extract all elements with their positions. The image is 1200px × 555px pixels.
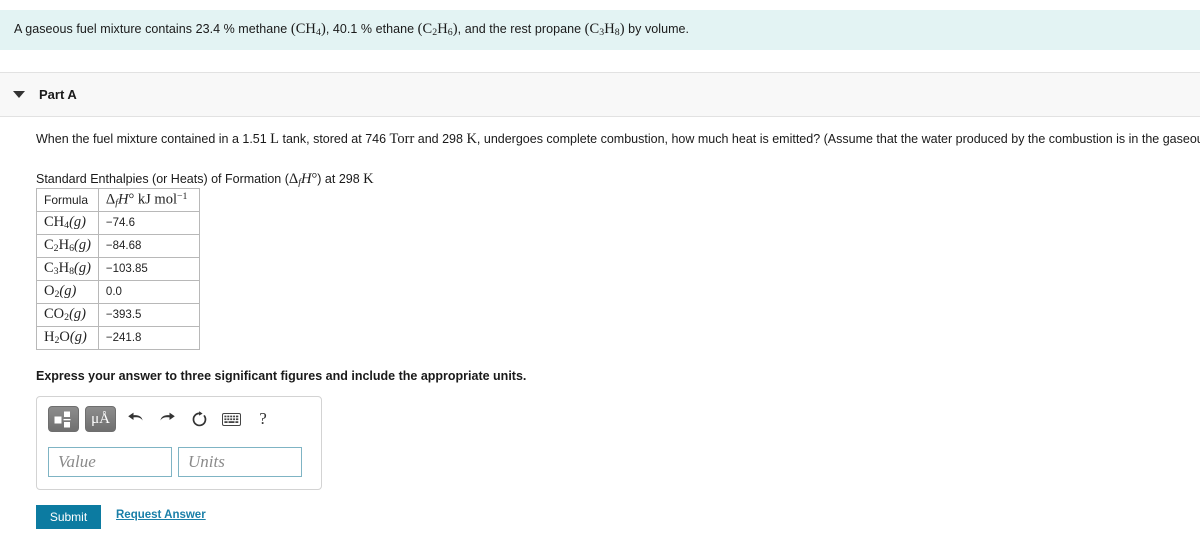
row-formula-o2: O2(g) (36, 280, 99, 304)
table-row: C3H8(g) −103.85 (36, 257, 200, 281)
row-value-ch4: −74.6 (97, 211, 200, 235)
caption-enthalpy-symbol: ΔfH° (288, 171, 318, 189)
answer-instruction: Express your answer to three significant… (36, 369, 527, 383)
row-value-c3h8: −103.85 (97, 257, 200, 281)
reset-icon[interactable] (186, 406, 212, 432)
ethane-word: % ethane (357, 22, 418, 37)
question-seg2: tank, stored at 746 (279, 132, 390, 146)
answer-toolbar: μÅ ? (48, 406, 276, 432)
keyboard-icon[interactable] (218, 406, 244, 432)
question-text: When the fuel mixture contained in a 1.5… (36, 131, 1200, 148)
units-input[interactable] (178, 447, 302, 477)
table-row: CH4(g) −74.6 (36, 211, 200, 235)
reset-icon-glyph (192, 410, 206, 426)
unit-kelvin: K (466, 131, 477, 147)
row-value-co2: −393.5 (97, 303, 200, 327)
table-row: O2(g) 0.0 (36, 280, 200, 304)
undo-icon-glyph (127, 412, 143, 421)
table-row: C2H6(g) −84.68 (36, 234, 200, 258)
caption-prefix: Standard Enthalpies (or Heats) of Format… (36, 172, 289, 186)
submit-button[interactable]: Submit (36, 505, 101, 529)
table-caption: Standard Enthalpies (or Heats) of Format… (36, 171, 374, 188)
problem-prefix: A gaseous fuel mixture contains (14, 22, 196, 37)
value-input[interactable] (48, 447, 172, 477)
help-icon-glyph: ? (259, 409, 267, 428)
units-icon-glyph: μÅ (91, 410, 110, 427)
request-answer-link[interactable]: Request Answer (116, 509, 206, 521)
table-header-row: Formula ΔfH° kJ mol−1 (36, 188, 200, 212)
ethane-percent: 40.1 (332, 22, 358, 37)
enthalpy-table: Formula ΔfH° kJ mol−1 CH4(g) −74.6 C2H6(… (36, 188, 200, 350)
redo-icon-glyph (159, 412, 175, 421)
methane-percent: 23.4 (195, 22, 221, 37)
part-a-label: Part A (39, 87, 77, 102)
caption-unit-kelvin: K (363, 171, 374, 187)
units-icon[interactable]: μÅ (85, 406, 116, 432)
table-row: CO2(g) −393.5 (36, 303, 200, 327)
problem-tail: , and the rest propane (457, 22, 585, 37)
row-formula-h2o: H2O(g) (36, 326, 99, 350)
part-a-header[interactable]: Part A (0, 72, 1200, 117)
propane-formula: (C3H8) (584, 21, 625, 39)
keyboard-icon-glyph (221, 412, 241, 426)
row-formula-co2: CO2(g) (36, 303, 99, 327)
row-value-c2h6: −84.68 (97, 234, 200, 258)
row-value-o2: 0.0 (97, 280, 200, 304)
question-seg4: , undergoes complete combustion, how muc… (476, 132, 1200, 146)
problem-mid: , (325, 22, 333, 37)
table-row: H2O(g) −241.8 (36, 326, 200, 350)
undo-icon[interactable] (122, 406, 148, 432)
header-formula: Formula (36, 188, 99, 212)
row-formula-ch4: CH4(g) (36, 211, 99, 235)
row-formula-c3h8: C3H8(g) (36, 257, 99, 281)
help-icon[interactable]: ? (250, 406, 276, 432)
problem-suffix: by volume. (624, 22, 690, 37)
problem-statement-text: A gaseous fuel mixture contains 23.4 % m… (0, 21, 689, 38)
question-seg1: When the fuel mixture contained in a 1.5… (36, 132, 271, 146)
methane-word: % methane (220, 22, 291, 37)
row-formula-c2h6: C2H6(g) (36, 234, 99, 258)
template-icon-glyph (54, 411, 71, 427)
header-enthalpy: ΔfH° kJ mol−1 (97, 188, 200, 212)
unit-torr: Torr (389, 131, 415, 147)
question-seg3: and 298 (414, 132, 467, 146)
answer-fields (48, 447, 302, 477)
methane-formula: (CH4) (290, 21, 326, 39)
problem-statement-banner: A gaseous fuel mixture contains 23.4 % m… (0, 10, 1200, 50)
caret-down-icon[interactable] (13, 91, 25, 98)
redo-icon[interactable] (154, 406, 180, 432)
unit-liter: L (270, 131, 280, 147)
caption-postfix: ) at 298 (317, 172, 364, 186)
template-icon[interactable] (48, 406, 79, 432)
ethane-formula: (C2H6) (417, 21, 458, 39)
row-value-h2o: −241.8 (97, 326, 200, 350)
answer-entry-box: μÅ ? Value Units (36, 396, 322, 490)
